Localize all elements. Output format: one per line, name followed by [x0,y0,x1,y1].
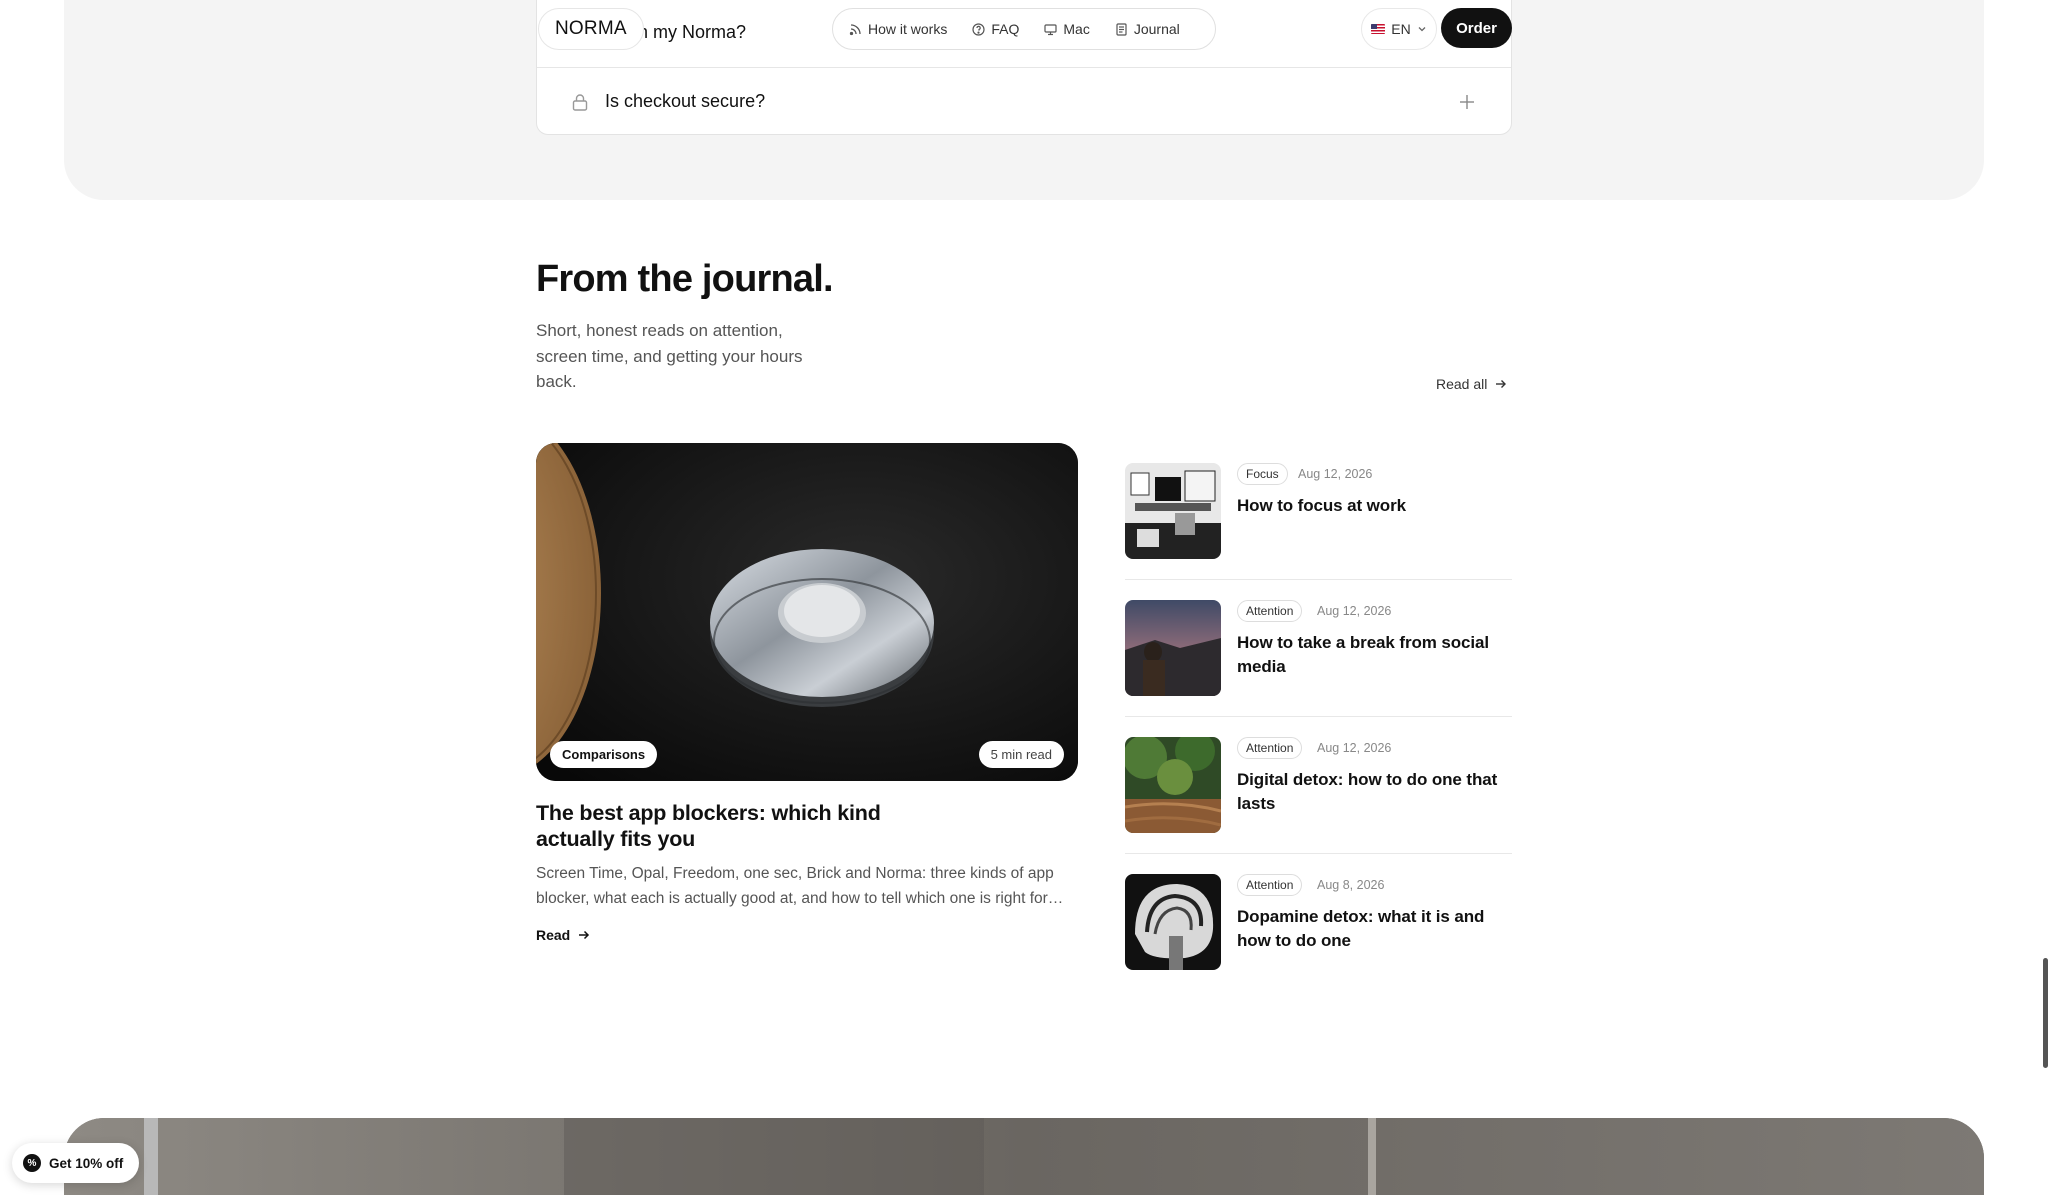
article-card[interactable]: Focus Aug 12, 2026 How to focus at work [1125,443,1512,580]
nav-item-mac[interactable]: Mac [1044,21,1090,37]
article-card[interactable]: Attention Aug 12, 2026 How to take a bre… [1125,580,1512,717]
article-tag: Attention [1237,874,1303,896]
language-selector[interactable]: EN [1361,8,1437,50]
article-title: Dopamine detox: what it is and how to do… [1237,907,1485,950]
scrollbar-thumb[interactable] [2043,958,2048,1068]
us-flag-icon [1371,24,1386,34]
article-thumbnail [1125,463,1221,559]
article-title: How to focus at work [1237,496,1406,515]
article-tag: Focus [1237,463,1288,485]
featured-article-title[interactable]: The best app blockers: which kind actual… [536,800,956,852]
featured-category-badge: Comparisons [550,741,658,768]
nav-item-faq[interactable]: FAQ [972,21,1019,37]
discount-label: Get 10% off [49,1155,124,1171]
article-title: Digital detox: how to do one that lasts [1237,770,1498,813]
featured-article-image[interactable]: Comparisons 5 min read [536,443,1078,781]
read-all-label: Read all [1436,376,1488,392]
percent-icon: % [23,1154,41,1172]
read-all-link[interactable]: Read all [1436,376,1507,392]
article-tag: Attention [1237,600,1303,622]
read-time-badge: 5 min read [978,741,1064,768]
section-subtitle: Short, honest reads on attention, screen… [536,321,803,391]
main-nav: How it works FAQ Mac Journal [832,8,1216,50]
monitor-icon [1044,23,1057,35]
nav-label: How it works [868,21,948,37]
featured-read-link[interactable]: Read [536,927,590,943]
discount-button[interactable]: % Get 10% off [12,1143,140,1183]
language-label: EN [1391,21,1411,37]
featured-photo [536,443,1078,781]
article-date: Aug 12, 2026 [1298,467,1373,481]
article-date: Aug 8, 2026 [1317,878,1385,892]
section-title: From the journal. [536,258,834,300]
faq-question: Is checkout secure? [605,91,766,111]
article-thumbnail [1125,737,1221,833]
arrow-right-icon [579,930,590,940]
read-label: Read [536,927,571,943]
question-circle-icon [972,22,985,36]
article-card[interactable]: Attention Aug 12, 2026 Digital detox: ho… [1125,717,1512,854]
featured-article-excerpt: Screen Time, Opal, Freedom, one sec, Bri… [536,865,1054,907]
logo[interactable]: NORMA [538,8,644,50]
arrow-right-icon [1496,380,1507,388]
order-button[interactable]: Order [1441,8,1512,48]
faq-item-checkout[interactable]: Is checkout secure? [537,68,1511,135]
article-thumbnail [1125,600,1221,696]
plus-icon[interactable] [1459,94,1475,110]
chevron-down-icon [1418,27,1426,32]
bottom-hero-image [64,1118,1984,1195]
nav-label: Mac [1063,21,1090,37]
article-title: How to take a break from social media [1237,633,1489,676]
article-date: Aug 12, 2026 [1317,604,1392,618]
article-tag: Attention [1237,737,1303,759]
nav-label: FAQ [991,21,1020,37]
nav-item-journal[interactable]: Journal [1115,21,1180,37]
rss-icon [849,23,861,35]
lock-icon [572,93,588,111]
nav-item-how-it-works[interactable]: How it works [849,21,947,37]
document-icon [1116,22,1127,36]
article-thumbnail [1125,874,1221,970]
nav-label: Journal [1133,21,1180,37]
article-card[interactable]: Attention Aug 8, 2026 Dopamine detox: wh… [1125,854,1512,991]
article-date: Aug 12, 2026 [1317,741,1392,755]
